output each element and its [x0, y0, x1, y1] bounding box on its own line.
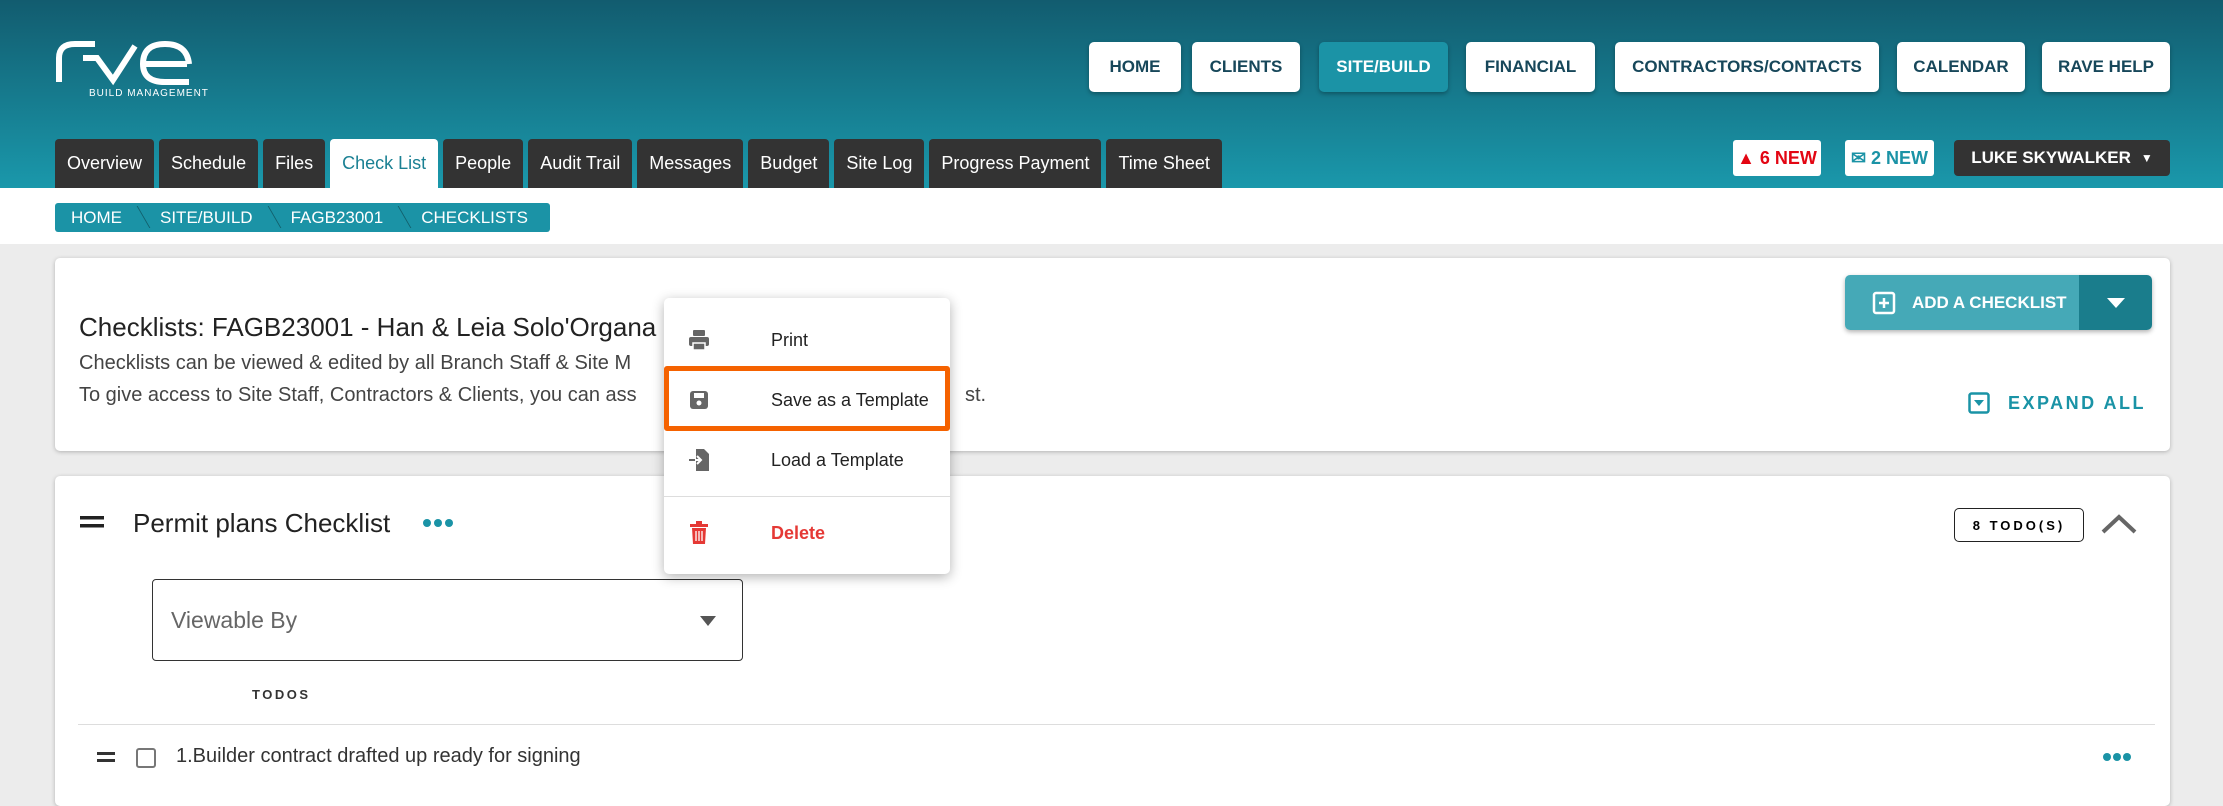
todo-count-badge: 8 TODO(S) — [1954, 508, 2084, 542]
tab-time-sheet[interactable]: Time Sheet — [1106, 139, 1222, 188]
chevron-up-icon[interactable] — [2101, 514, 2137, 534]
nav-contractors-contacts[interactable]: CONTRACTORS/CONTACTS — [1615, 42, 1879, 92]
menu-item-label: Load a Template — [771, 449, 904, 470]
description-line-2-tail: st. — [965, 384, 987, 406]
menu-item-label: Print — [771, 329, 809, 350]
warnings-badge[interactable]: ▲ 6 NEW — [1733, 140, 1821, 176]
menu-item-delete[interactable]: Delete — [664, 503, 950, 563]
file-import-icon — [689, 449, 709, 471]
more-options-icon[interactable] — [2102, 752, 2132, 762]
checklists-header-card: Checklists: FAGB23001 - Han & Leia Solo'… — [55, 258, 2170, 451]
tab-people[interactable]: People — [443, 139, 524, 188]
todo-item: 1.Builder contract drafted up ready for … — [55, 738, 2170, 778]
viewable-by-placeholder: Viewable By — [171, 606, 298, 633]
todo-checkbox[interactable] — [136, 748, 156, 768]
user-name: LUKE SKYWALKER — [1971, 148, 2131, 167]
tab-files[interactable]: Files — [263, 139, 326, 188]
rave-logo[interactable]: BUILD MANAGEMENT — [55, 38, 275, 108]
checklist-title: Permit plans Checklist — [133, 508, 391, 538]
tab-audit-trail[interactable]: Audit Trail — [528, 139, 633, 188]
nav-site-build[interactable]: SITE/BUILD — [1319, 42, 1448, 92]
add-checklist-split-button: ADD A CHECKLIST — [1845, 275, 2152, 330]
app-header: BUILD MANAGEMENT HOME CLIENTS SITE/BUILD… — [0, 0, 2223, 188]
add-checklist-dropdown[interactable] — [2079, 275, 2152, 330]
tab-site-log[interactable]: Site Log — [834, 139, 925, 188]
add-checklist-label: ADD A CHECKLIST — [1912, 292, 2067, 312]
caret-down-icon: ▼ — [2140, 151, 2153, 165]
menu-item-load-template[interactable]: Load a Template — [664, 430, 950, 490]
drag-handle-icon[interactable] — [80, 516, 104, 528]
warnings-count: 6 NEW — [1759, 147, 1817, 168]
nav-home[interactable]: HOME — [1089, 42, 1181, 92]
nav-clients[interactable]: CLIENTS — [1192, 42, 1300, 92]
menu-item-label: Delete — [771, 522, 826, 543]
description-line-1: Checklists can be viewed & edited by all… — [79, 352, 632, 374]
tab-schedule[interactable]: Schedule — [159, 139, 259, 188]
logo-mark-icon — [56, 40, 192, 86]
printer-icon — [689, 330, 709, 351]
todos-header: TODOS — [252, 687, 311, 702]
breadcrumb-checklists[interactable]: CHECKLISTS — [405, 203, 550, 232]
trash-icon — [690, 521, 708, 544]
viewable-by-select[interactable]: Viewable By — [152, 579, 743, 661]
add-checklist-button[interactable]: ADD A CHECKLIST — [1845, 275, 2079, 330]
breadcrumb-home[interactable]: HOME — [55, 203, 144, 232]
expand-all-label: EXPAND ALL — [2008, 392, 2147, 413]
tab-check-list[interactable]: Check List — [330, 139, 439, 188]
divider — [78, 724, 2155, 725]
warning-icon: ▲ — [1737, 147, 1755, 168]
job-tabs: Overview Schedule Files Check List Peopl… — [55, 139, 1222, 188]
caret-down-icon — [2106, 297, 2125, 308]
nav-rave-help[interactable]: RAVE HELP — [2042, 42, 2170, 92]
tab-progress-payment[interactable]: Progress Payment — [929, 139, 1102, 188]
messages-count: 2 NEW — [1871, 147, 1929, 168]
todo-label: 1.Builder contract drafted up ready for … — [176, 745, 581, 767]
tab-messages[interactable]: Messages — [637, 139, 744, 188]
nav-calendar[interactable]: CALENDAR — [1897, 42, 2025, 92]
caret-down-icon — [700, 616, 716, 626]
breadcrumb-job[interactable]: FAGB23001 — [275, 203, 406, 232]
highlight-box — [664, 366, 950, 431]
drag-handle-icon[interactable] — [97, 752, 115, 762]
menu-divider — [664, 496, 950, 497]
description-line-2: To give access to Site Staff, Contractor… — [79, 384, 637, 406]
breadcrumb-site-build[interactable]: SITE/BUILD — [144, 203, 275, 232]
logo-subtitle: BUILD MANAGEMENT — [89, 88, 209, 99]
expand-all-button[interactable]: EXPAND ALL — [1968, 392, 2146, 414]
menu-item-print[interactable]: Print — [664, 310, 950, 370]
plus-square-icon — [1872, 291, 1896, 314]
nav-financial[interactable]: FINANCIAL — [1466, 42, 1595, 92]
tab-budget[interactable]: Budget — [748, 139, 830, 188]
envelope-icon: ✉ — [1850, 147, 1867, 168]
checklist-card: Permit plans Checklist 8 TODO(S) Viewabl… — [55, 476, 2170, 806]
more-options-icon[interactable] — [422, 518, 454, 528]
messages-badge[interactable]: ✉ 2 NEW — [1845, 140, 1934, 176]
tab-overview[interactable]: Overview — [55, 139, 155, 188]
user-menu[interactable]: LUKE SKYWALKER ▼ — [1954, 140, 2170, 176]
checklist-options-menu: Print Save as a Template Load a Template… — [664, 298, 950, 574]
expand-square-icon — [1968, 392, 1990, 414]
breadcrumb: HOME SITE/BUILD FAGB23001 CHECKLISTS — [55, 203, 550, 232]
page-title: Checklists: FAGB23001 - Han & Leia Solo'… — [79, 312, 657, 342]
